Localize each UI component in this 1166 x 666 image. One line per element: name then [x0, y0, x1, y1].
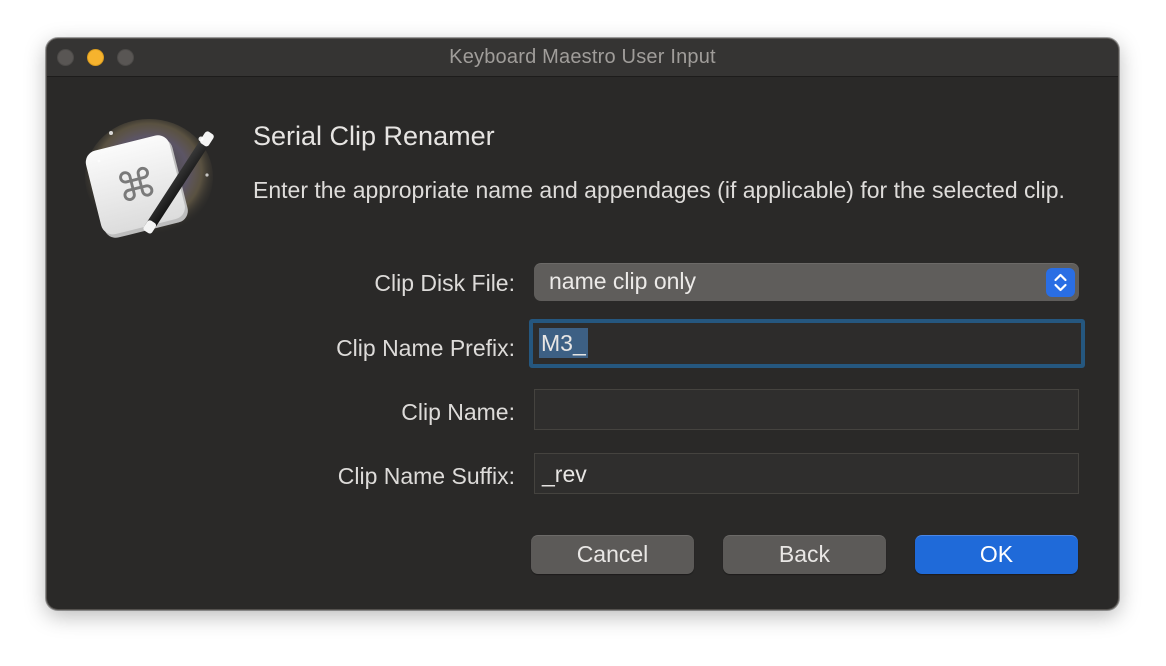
clip-name-suffix-input[interactable]: _rev — [534, 453, 1079, 494]
ok-button[interactable]: OK — [915, 535, 1078, 574]
chevron-up-down-icon[interactable] — [1046, 268, 1075, 297]
clip-name-label: Clip Name: — [401, 399, 515, 425]
clip-disk-file-label: Clip Disk File: — [374, 270, 515, 296]
user-input-window: Keyboard Maestro User Input ⌘ Serial Cli… — [46, 38, 1119, 610]
window-title: Keyboard Maestro User Input — [449, 46, 716, 68]
clip-disk-file-select[interactable]: name clip only — [534, 263, 1079, 301]
clip-name-prefix-label: Clip Name Prefix: — [336, 335, 515, 361]
clip-disk-file-value: name clip only — [549, 268, 697, 294]
clip-name-suffix-label: Clip Name Suffix: — [337, 463, 515, 489]
dialog-heading: Serial Clip Renamer — [253, 121, 495, 151]
title-bar[interactable]: Keyboard Maestro User Input — [47, 39, 1118, 77]
clip-name-prefix-input[interactable]: M3_ — [529, 319, 1085, 368]
dialog-message: Enter the appropriate name and appendage… — [253, 177, 1065, 203]
keyboard-maestro-icon: ⌘ — [85, 119, 214, 238]
cancel-button[interactable]: Cancel — [531, 535, 694, 574]
back-button[interactable]: Back — [723, 535, 886, 574]
clip-name-input[interactable] — [534, 389, 1079, 430]
clip-name-prefix-value: M3_ — [539, 328, 588, 358]
clip-name-suffix-value: _rev — [542, 461, 587, 487]
